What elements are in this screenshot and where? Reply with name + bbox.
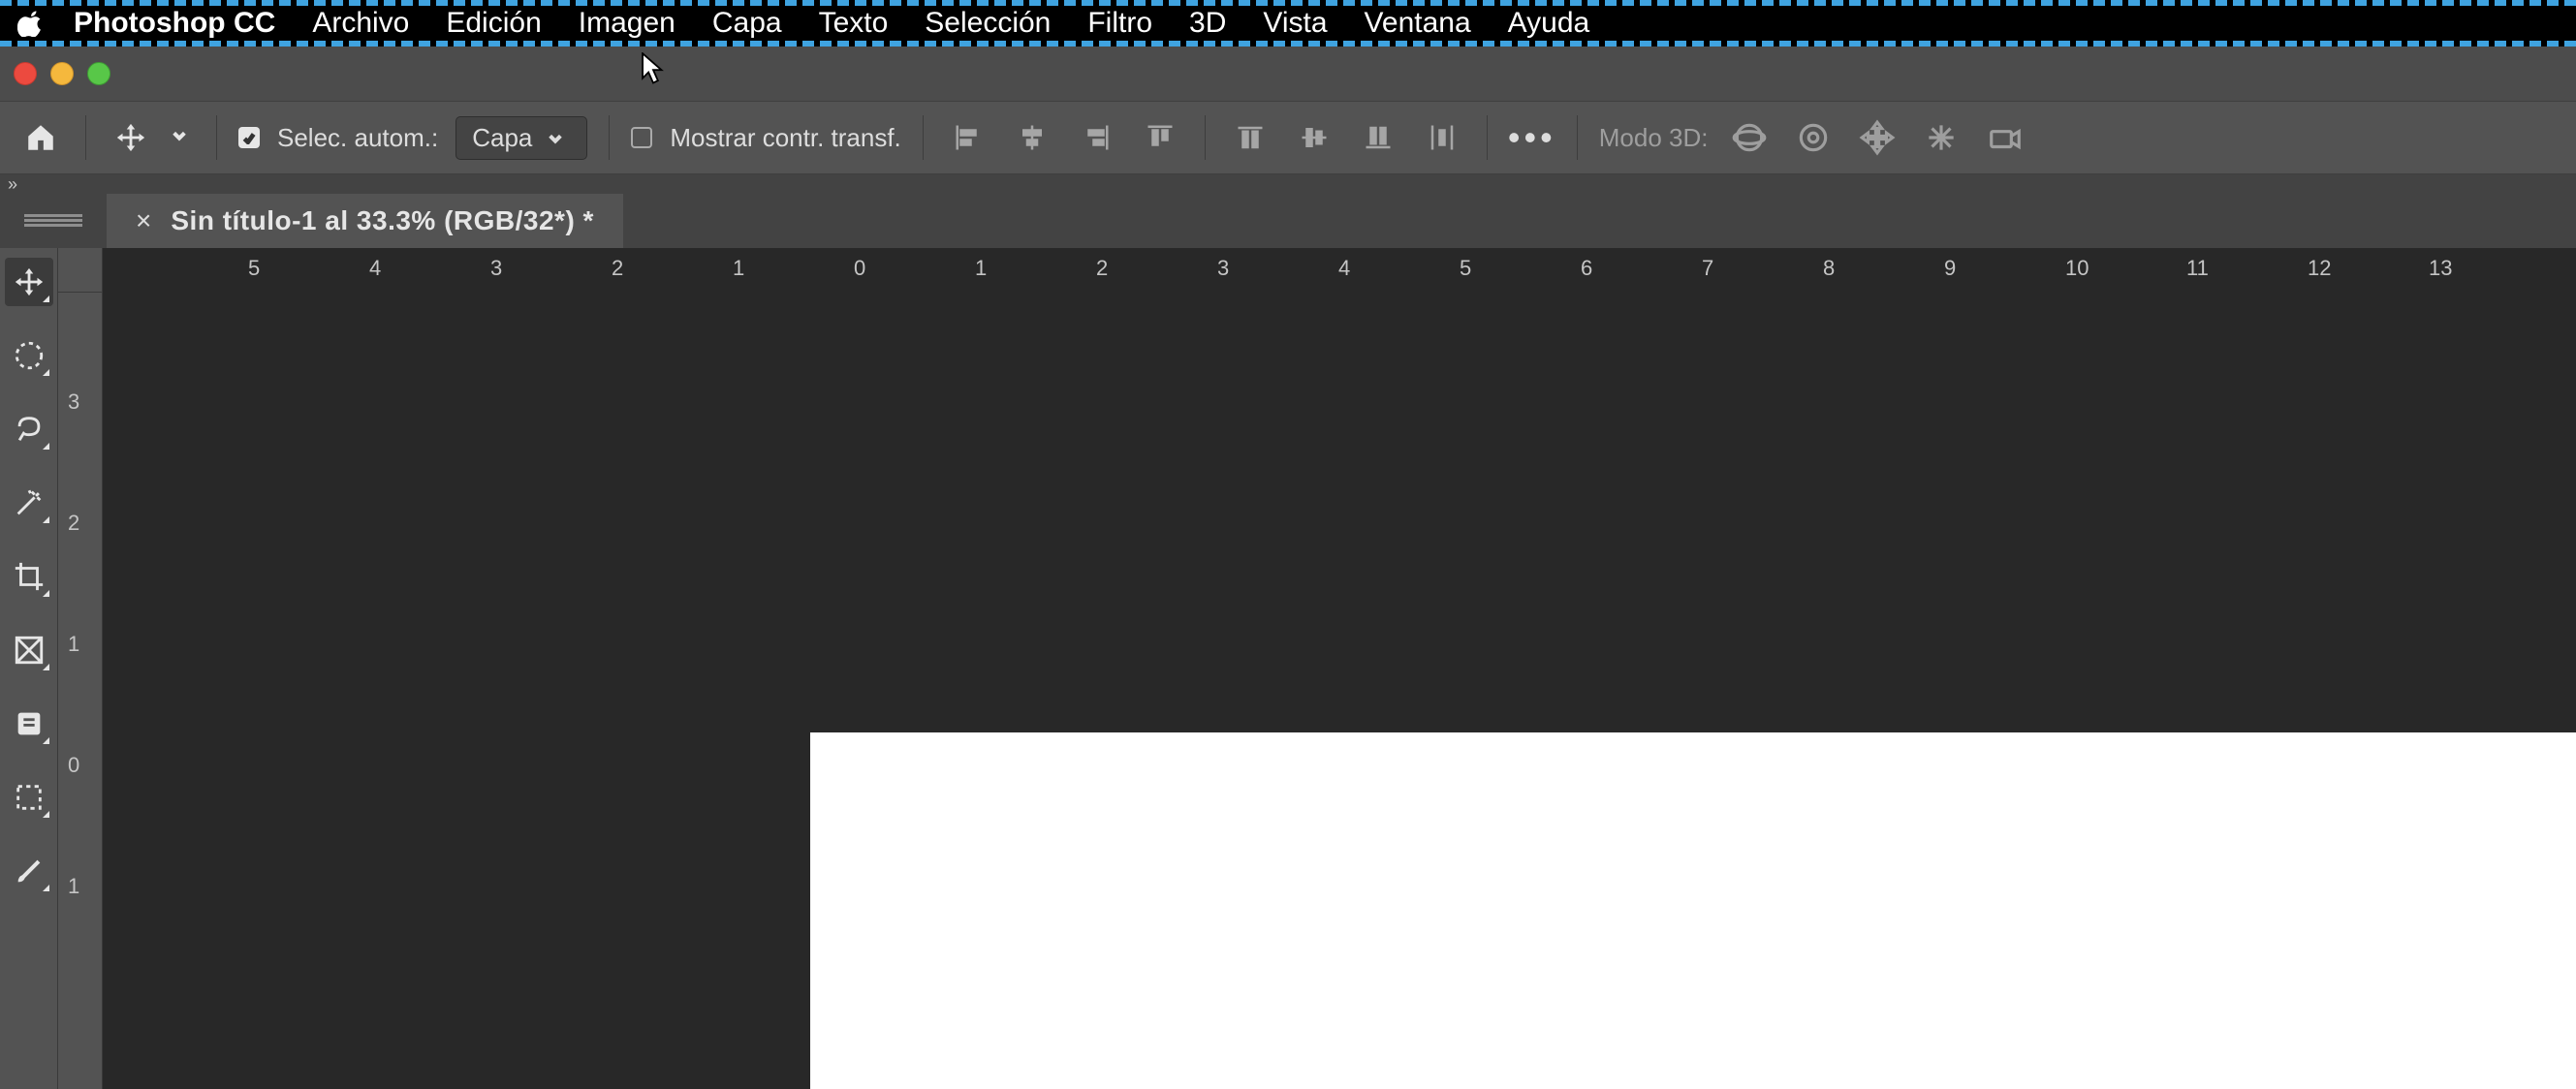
show-transform-label: Mostrar contr. transf. xyxy=(670,123,900,153)
frame-tool[interactable] xyxy=(5,626,53,674)
close-tab-button[interactable]: × xyxy=(136,205,151,236)
ruler-tick-label: 4 xyxy=(1338,256,1350,281)
chevron-down-icon xyxy=(548,123,571,153)
align-right-edges-button[interactable] xyxy=(1073,114,1119,161)
marquee-tool[interactable] xyxy=(5,331,53,380)
divider xyxy=(923,115,924,160)
3d-camera-button[interactable] xyxy=(1982,114,2028,161)
show-transform-checkbox[interactable] xyxy=(631,127,652,148)
ruler-origin-corner[interactable] xyxy=(58,248,103,293)
menu-vista[interactable]: Vista xyxy=(1263,7,1327,40)
divider xyxy=(1205,115,1206,160)
auto-select-checkbox[interactable] xyxy=(238,127,260,148)
ruler-tick-label: 11 xyxy=(2186,256,2209,281)
3d-slide-button[interactable] xyxy=(1918,114,1964,161)
menu-3d[interactable]: 3D xyxy=(1189,7,1226,40)
3d-roll-button[interactable] xyxy=(1790,114,1837,161)
distribute-vertical-centers-button[interactable] xyxy=(1291,114,1337,161)
options-bar: Selec. autom.: Capa Mostrar contr. trans… xyxy=(0,101,2576,174)
menu-capa[interactable]: Capa xyxy=(712,7,782,40)
align-left-edges-button[interactable] xyxy=(945,114,991,161)
vertical-ruler[interactable]: 3 2 1 0 1 xyxy=(58,293,103,1089)
auto-select-label: Selec. autom.: xyxy=(277,123,438,153)
menu-ayuda[interactable]: Ayuda xyxy=(1508,7,1590,40)
magic-wand-tool[interactable] xyxy=(5,479,53,527)
align-horizontal-centers-button[interactable] xyxy=(1009,114,1055,161)
ruler-tick-label: 5 xyxy=(248,256,260,281)
ruler-tick-label: 2 xyxy=(612,256,623,281)
ruler-tick-label: 10 xyxy=(2065,256,2089,281)
crop-tool[interactable] xyxy=(5,552,53,601)
ruler-tick-label: 2 xyxy=(1096,256,1108,281)
divider xyxy=(1487,115,1488,160)
divider xyxy=(1577,115,1578,160)
ruler-tick-label: 3 xyxy=(1217,256,1229,281)
more-align-options-button[interactable]: ••• xyxy=(1509,114,1555,161)
align-top-edges-button[interactable] xyxy=(1137,114,1183,161)
auto-select-target-dropdown[interactable]: Capa xyxy=(456,116,587,160)
3d-pan-button[interactable] xyxy=(1854,114,1901,161)
expand-chevron-icon: » xyxy=(8,174,17,195)
ruler-tick-label: 3 xyxy=(490,256,502,281)
document-tab-title: Sin título-1 al 33.3% (RGB/32*) * xyxy=(171,205,594,236)
document-tab-bar: × Sin título-1 al 33.3% (RGB/32*) * xyxy=(0,194,2576,248)
ruler-tick-label: 0 xyxy=(68,753,79,778)
ruler-tick-label: 1 xyxy=(68,874,79,899)
ruler-tick-label: 0 xyxy=(854,256,865,281)
distribute-top-button[interactable] xyxy=(1227,114,1273,161)
work-area: 54321012345678910111213 32101 xyxy=(0,248,2576,1089)
ruler-tick-label: 8 xyxy=(1823,256,1835,281)
window-close-button[interactable] xyxy=(14,62,37,85)
ruler-tick-label: 3 xyxy=(68,389,79,415)
canvas-stage: 54321012345678910111213 32101 xyxy=(58,248,2576,1089)
brush-tool[interactable] xyxy=(5,847,53,895)
divider xyxy=(216,115,217,160)
distribute-bottom-button[interactable] xyxy=(1355,114,1401,161)
tool-preset-chevron-icon[interactable] xyxy=(172,128,195,148)
ruler-tick-label: 5 xyxy=(1460,256,1471,281)
ruler-tick-label: 1 xyxy=(68,632,79,657)
lasso-tool[interactable] xyxy=(5,405,53,453)
window-minimize-button[interactable] xyxy=(50,62,74,85)
ruler-tick-label: 13 xyxy=(2429,256,2452,281)
canvas-viewport[interactable] xyxy=(103,293,2576,1089)
ruler-tick-label: 12 xyxy=(2308,256,2331,281)
window-titlebar xyxy=(0,47,2576,101)
menu-seleccion[interactable]: Selección xyxy=(925,7,1051,40)
ruler-tick-label: 1 xyxy=(975,256,987,281)
apple-logo-icon[interactable] xyxy=(17,10,45,37)
eyedropper-tool[interactable] xyxy=(5,700,53,748)
ruler-tick-label: 1 xyxy=(733,256,744,281)
menu-edicion[interactable]: Edición xyxy=(446,7,541,40)
dropdown-value: Capa xyxy=(472,123,532,153)
ruler-tick-label: 2 xyxy=(68,511,79,536)
tool-palette xyxy=(0,248,58,1089)
toolbox-grip-icon[interactable] xyxy=(0,194,107,248)
window-zoom-button[interactable] xyxy=(87,62,110,85)
ruler-tick-label: 9 xyxy=(1944,256,1956,281)
move-tool[interactable] xyxy=(5,258,53,306)
menu-filtro[interactable]: Filtro xyxy=(1087,7,1152,40)
distribute-horizontal-button[interactable] xyxy=(1419,114,1465,161)
panel-collapse-strip[interactable]: » xyxy=(0,174,2576,194)
mac-menubar: Photoshop CC Archivo Edición Imagen Capa… xyxy=(0,0,2576,47)
home-button[interactable] xyxy=(17,114,64,161)
3d-orbit-button[interactable] xyxy=(1726,114,1773,161)
menu-texto[interactable]: Texto xyxy=(819,7,889,40)
menu-imagen[interactable]: Imagen xyxy=(579,7,675,40)
healing-brush-tool[interactable] xyxy=(5,773,53,822)
document-tab[interactable]: × Sin título-1 al 33.3% (RGB/32*) * xyxy=(107,194,623,248)
divider xyxy=(85,115,86,160)
divider xyxy=(609,115,610,160)
document-canvas[interactable] xyxy=(810,732,2576,1089)
ruler-tick-label: 4 xyxy=(369,256,381,281)
menu-ventana[interactable]: Ventana xyxy=(1365,7,1471,40)
mode-3d-label: Modo 3D: xyxy=(1599,123,1709,153)
menu-archivo[interactable]: Archivo xyxy=(312,7,409,40)
menu-app-name[interactable]: Photoshop CC xyxy=(74,7,275,40)
move-tool-icon[interactable] xyxy=(108,114,154,161)
ruler-tick-label: 6 xyxy=(1581,256,1592,281)
ruler-tick-label: 7 xyxy=(1702,256,1713,281)
